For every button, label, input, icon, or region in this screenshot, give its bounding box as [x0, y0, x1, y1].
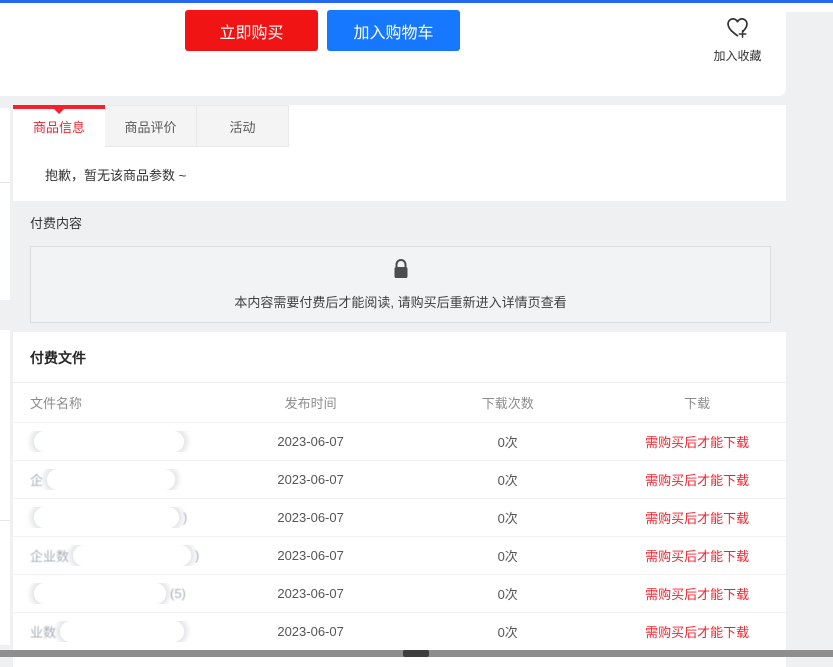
- publish-date: 2023-06-07: [214, 586, 407, 601]
- heart-plus-icon: [724, 27, 751, 44]
- file-name-redacted: 业数: [13, 621, 214, 642]
- add-to-favorites-button[interactable]: 加入收藏: [700, 13, 775, 64]
- publish-date: 2023-06-07: [214, 510, 407, 525]
- tab-activities[interactable]: 活动: [197, 105, 289, 147]
- lock-icon: [391, 258, 411, 285]
- col-publish-time: 发布时间: [214, 393, 407, 412]
- action-header: 立即购买 加入购物车 加入收藏: [0, 3, 786, 96]
- tab-filler: [289, 105, 786, 147]
- product-detail-page: 立即购买 加入购物车 加入收藏 商品信息 商品评价 活动 抱歉，暂无该商品参数 …: [0, 0, 833, 657]
- divider: [0, 182, 10, 183]
- redaction-blur: [34, 507, 179, 528]
- download-count: 0次: [407, 622, 608, 641]
- file-name-fragment: (5): [170, 586, 186, 601]
- favorite-label: 加入收藏: [700, 47, 775, 64]
- add-to-cart-button[interactable]: 加入购物车: [327, 10, 460, 51]
- publish-date: 2023-06-07: [214, 548, 407, 563]
- download-link[interactable]: 需购买后才能下载: [645, 625, 749, 640]
- download-link[interactable]: 需购买后才能下载: [645, 549, 749, 564]
- buy-now-button[interactable]: 立即购买: [185, 10, 318, 51]
- locked-message: 本内容需要付费后才能阅读, 请购买后重新进入详情页查看: [234, 292, 566, 311]
- redaction-blur: [73, 545, 191, 566]
- download-link[interactable]: 需购买后才能下载: [645, 473, 749, 488]
- file-name-redacted: 企业数 ): [13, 545, 214, 566]
- tab-product-reviews[interactable]: 商品评价: [105, 105, 197, 147]
- detail-tabs: 商品信息 商品评价 活动: [13, 105, 786, 147]
- table-row: 业数 2023-06-07 0次 需购买后才能下载: [13, 613, 786, 651]
- download-count: 0次: [407, 470, 608, 489]
- download-link[interactable]: 需购买后才能下载: [645, 587, 749, 602]
- left-panel-edge: [0, 108, 10, 300]
- redaction-blur: [47, 469, 175, 490]
- no-params-notice: 抱歉，暂无该商品参数 ~: [13, 147, 786, 201]
- col-download-count: 下载次数: [407, 393, 608, 412]
- table-row: 2023-06-07 0次 需购买后才能下载: [13, 423, 786, 461]
- table-row: 企业数 ) 2023-06-07 0次 需购买后才能下载: [13, 537, 786, 575]
- tab-product-info[interactable]: 商品信息: [13, 105, 105, 147]
- download-count: 0次: [407, 432, 608, 451]
- table-row: ) 2023-06-07 0次 需购买后才能下载: [13, 499, 786, 537]
- download-link[interactable]: 需购买后才能下载: [645, 435, 749, 450]
- download-count: 0次: [407, 584, 608, 603]
- detail-content: 商品信息 商品评价 活动 抱歉，暂无该商品参数 ~ 付费内容 本内容需要付费后才…: [13, 105, 786, 667]
- table-row: (5) 2023-06-07 0次 需购买后才能下载: [13, 575, 786, 613]
- horizontal-scrollbar[interactable]: [0, 650, 833, 657]
- paid-content-section: 付费内容 本内容需要付费后才能阅读, 请购买后重新进入详情页查看: [13, 201, 786, 331]
- paid-content-title: 付费内容: [30, 213, 771, 232]
- col-file-name: 文件名称: [13, 393, 214, 412]
- file-name-fragment: 业数: [30, 622, 56, 641]
- table-row: 企 2023-06-07 0次 需购买后才能下载: [13, 461, 786, 499]
- file-name-fragment: ): [183, 510, 187, 525]
- locked-content-box: 本内容需要付费后才能阅读, 请购买后重新进入详情页查看: [30, 246, 771, 323]
- paid-files-title: 付费文件: [13, 332, 786, 383]
- col-download: 下载: [608, 393, 786, 412]
- files-table-header: 文件名称 发布时间 下载次数 下载: [13, 383, 786, 423]
- divider: [0, 520, 10, 521]
- download-count: 0次: [407, 546, 608, 565]
- redaction-blur: [34, 583, 166, 604]
- publish-date: 2023-06-07: [214, 472, 407, 487]
- file-name-redacted: [13, 431, 214, 452]
- publish-date: 2023-06-07: [214, 434, 407, 449]
- left-panel-edge: [0, 330, 10, 645]
- file-name-redacted: ): [13, 507, 214, 528]
- redaction-blur: [34, 431, 184, 452]
- file-name-fragment: ): [195, 548, 199, 563]
- file-name-fragment: 企业数: [30, 546, 69, 565]
- scrollbar-thumb[interactable]: [403, 650, 429, 657]
- download-count: 0次: [407, 508, 608, 527]
- file-name-redacted: 企: [13, 469, 214, 490]
- paid-files-card: 付费文件 文件名称 发布时间 下载次数 下载 2023-06-07 0次 需购买…: [13, 332, 786, 667]
- file-name-redacted: (5): [13, 583, 214, 604]
- publish-date: 2023-06-07: [214, 624, 407, 639]
- file-name-fragment: 企: [30, 470, 43, 489]
- redaction-blur: [60, 621, 184, 642]
- download-link[interactable]: 需购买后才能下载: [645, 511, 749, 526]
